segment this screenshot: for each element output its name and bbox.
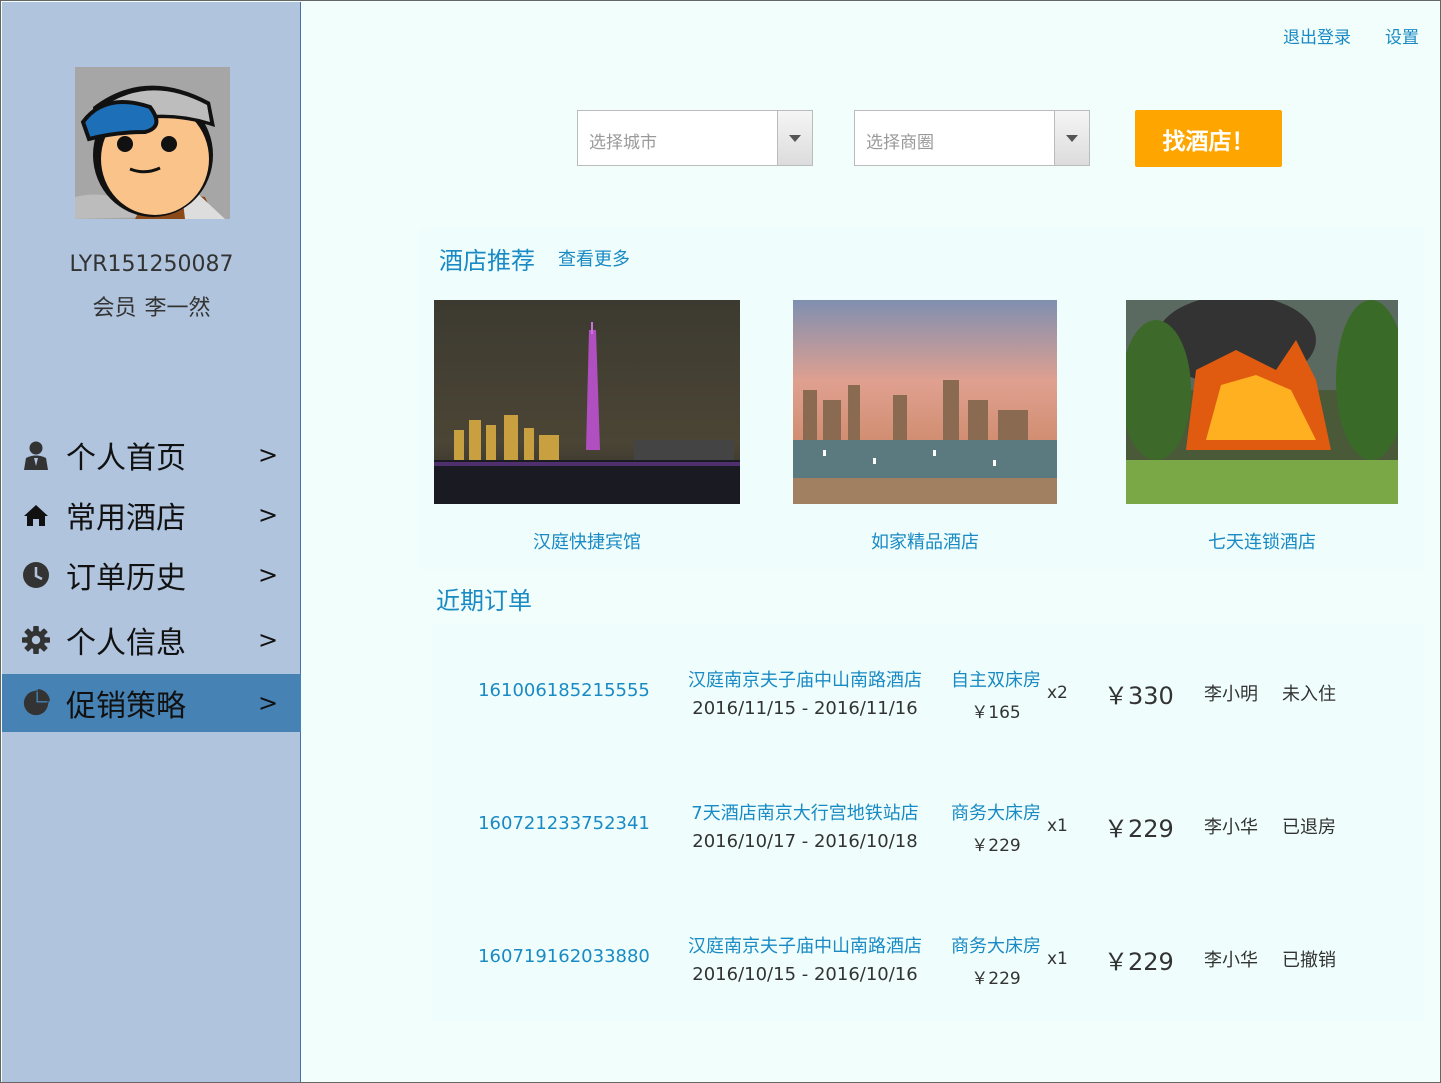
- order-total: ￥330: [1104, 682, 1174, 710]
- order-quantity: x1: [1047, 949, 1068, 969]
- avatar[interactable]: [75, 67, 230, 219]
- order-dates: 2016/10/15 - 2016/10/16: [692, 964, 918, 985]
- hotel-image-1[interactable]: [434, 300, 740, 504]
- nav-label: 个人信息: [66, 626, 186, 661]
- nav-label: 个人首页: [66, 441, 186, 476]
- user-id: LYR151250087: [69, 252, 234, 277]
- sidebar: LYR151250087 会员 李一然 个人首页 > 常用酒店 > 订单历史 > …: [2, 2, 301, 1082]
- order-id-link[interactable]: 160719162033880: [464, 946, 664, 967]
- caret-down-icon: [789, 134, 801, 142]
- order-guest: 李小华: [1204, 817, 1258, 838]
- chevron-right-icon: >: [258, 501, 279, 529]
- order-hotel-link[interactable]: 汉庭南京夫子庙中山南路酒店: [675, 932, 935, 958]
- order-unit-price: ￥229: [971, 836, 1021, 856]
- nav-label: 常用酒店: [66, 501, 186, 536]
- nav-item-personal-info[interactable]: 个人信息 >: [2, 611, 301, 669]
- nav-item-order-history[interactable]: 订单历史 >: [2, 546, 301, 604]
- logout-link[interactable]: 退出登录: [1283, 23, 1351, 48]
- home-icon: [22, 501, 50, 529]
- settings-link[interactable]: 设置: [1385, 23, 1419, 48]
- order-total: ￥229: [1104, 948, 1174, 976]
- order-status: 已撤销: [1282, 950, 1336, 971]
- chevron-right-icon: >: [258, 626, 279, 654]
- order-dates: 2016/10/17 - 2016/10/18: [692, 831, 918, 852]
- view-more-link[interactable]: 查看更多: [558, 245, 630, 271]
- chevron-right-icon: >: [258, 689, 279, 717]
- user-icon: [22, 441, 50, 470]
- order-quantity: x2: [1047, 683, 1068, 703]
- order-status: 已退房: [1282, 817, 1336, 838]
- hotel-name-3[interactable]: 七天连锁酒店: [1126, 528, 1398, 554]
- nav-item-promotions[interactable]: 促销策略 >: [2, 674, 301, 732]
- nav-item-favorite-hotels[interactable]: 常用酒店 >: [2, 486, 301, 544]
- nav-label: 订单历史: [66, 561, 186, 596]
- city-select-placeholder: 选择城市: [589, 133, 657, 153]
- order-unit-price: ￥229: [971, 969, 1021, 989]
- clock-icon: [22, 561, 50, 589]
- member-role: 会员: [92, 296, 137, 321]
- order-room-type[interactable]: 商务大床房: [941, 932, 1051, 958]
- nav-label: 促销策略: [66, 689, 186, 724]
- hotel-image-2[interactable]: [793, 300, 1057, 504]
- chevron-right-icon: >: [258, 561, 279, 589]
- orders-title: 近期订单: [436, 587, 532, 615]
- hotel-image-3[interactable]: [1126, 300, 1398, 504]
- order-hotel-link[interactable]: 汉庭南京夫子庙中山南路酒店: [675, 666, 935, 692]
- recommend-title: 酒店推荐: [439, 247, 535, 275]
- order-guest: 李小明: [1204, 684, 1258, 705]
- city-dropdown-button[interactable]: [777, 111, 812, 165]
- order-guest: 李小华: [1204, 950, 1258, 971]
- hotel-name-1[interactable]: 汉庭快捷宾馆: [434, 528, 740, 554]
- order-room-type[interactable]: 自主双床房: [941, 666, 1051, 692]
- order-total: ￥229: [1104, 815, 1174, 843]
- caret-down-icon: [1066, 134, 1078, 142]
- order-status: 未入住: [1282, 684, 1336, 705]
- order-unit-price: ￥165: [971, 703, 1021, 723]
- area-select[interactable]: 选择商圈: [854, 110, 1090, 166]
- nav-item-home[interactable]: 个人首页 >: [2, 426, 301, 484]
- area-select-placeholder: 选择商圈: [866, 133, 934, 153]
- avatar-image: [75, 67, 230, 219]
- member-name: 李一然: [144, 296, 211, 321]
- pie-chart-icon: [22, 689, 50, 717]
- city-select[interactable]: 选择城市: [577, 110, 813, 166]
- order-room-type[interactable]: 商务大床房: [941, 799, 1051, 825]
- hotel-name-2[interactable]: 如家精品酒店: [793, 528, 1057, 554]
- order-id-link[interactable]: 161006185215555: [464, 680, 664, 701]
- member-line: 会员 李一然: [2, 290, 301, 322]
- area-dropdown-button[interactable]: [1054, 111, 1089, 165]
- order-dates: 2016/11/15 - 2016/11/16: [692, 698, 918, 719]
- find-hotel-button[interactable]: 找酒店！: [1135, 110, 1282, 167]
- order-quantity: x1: [1047, 816, 1068, 836]
- order-id-link[interactable]: 160721233752341: [464, 813, 664, 834]
- order-hotel-link[interactable]: 7天酒店南京大行宫地铁站店: [675, 799, 935, 825]
- gear-icon: [22, 626, 50, 654]
- chevron-right-icon: >: [258, 441, 279, 469]
